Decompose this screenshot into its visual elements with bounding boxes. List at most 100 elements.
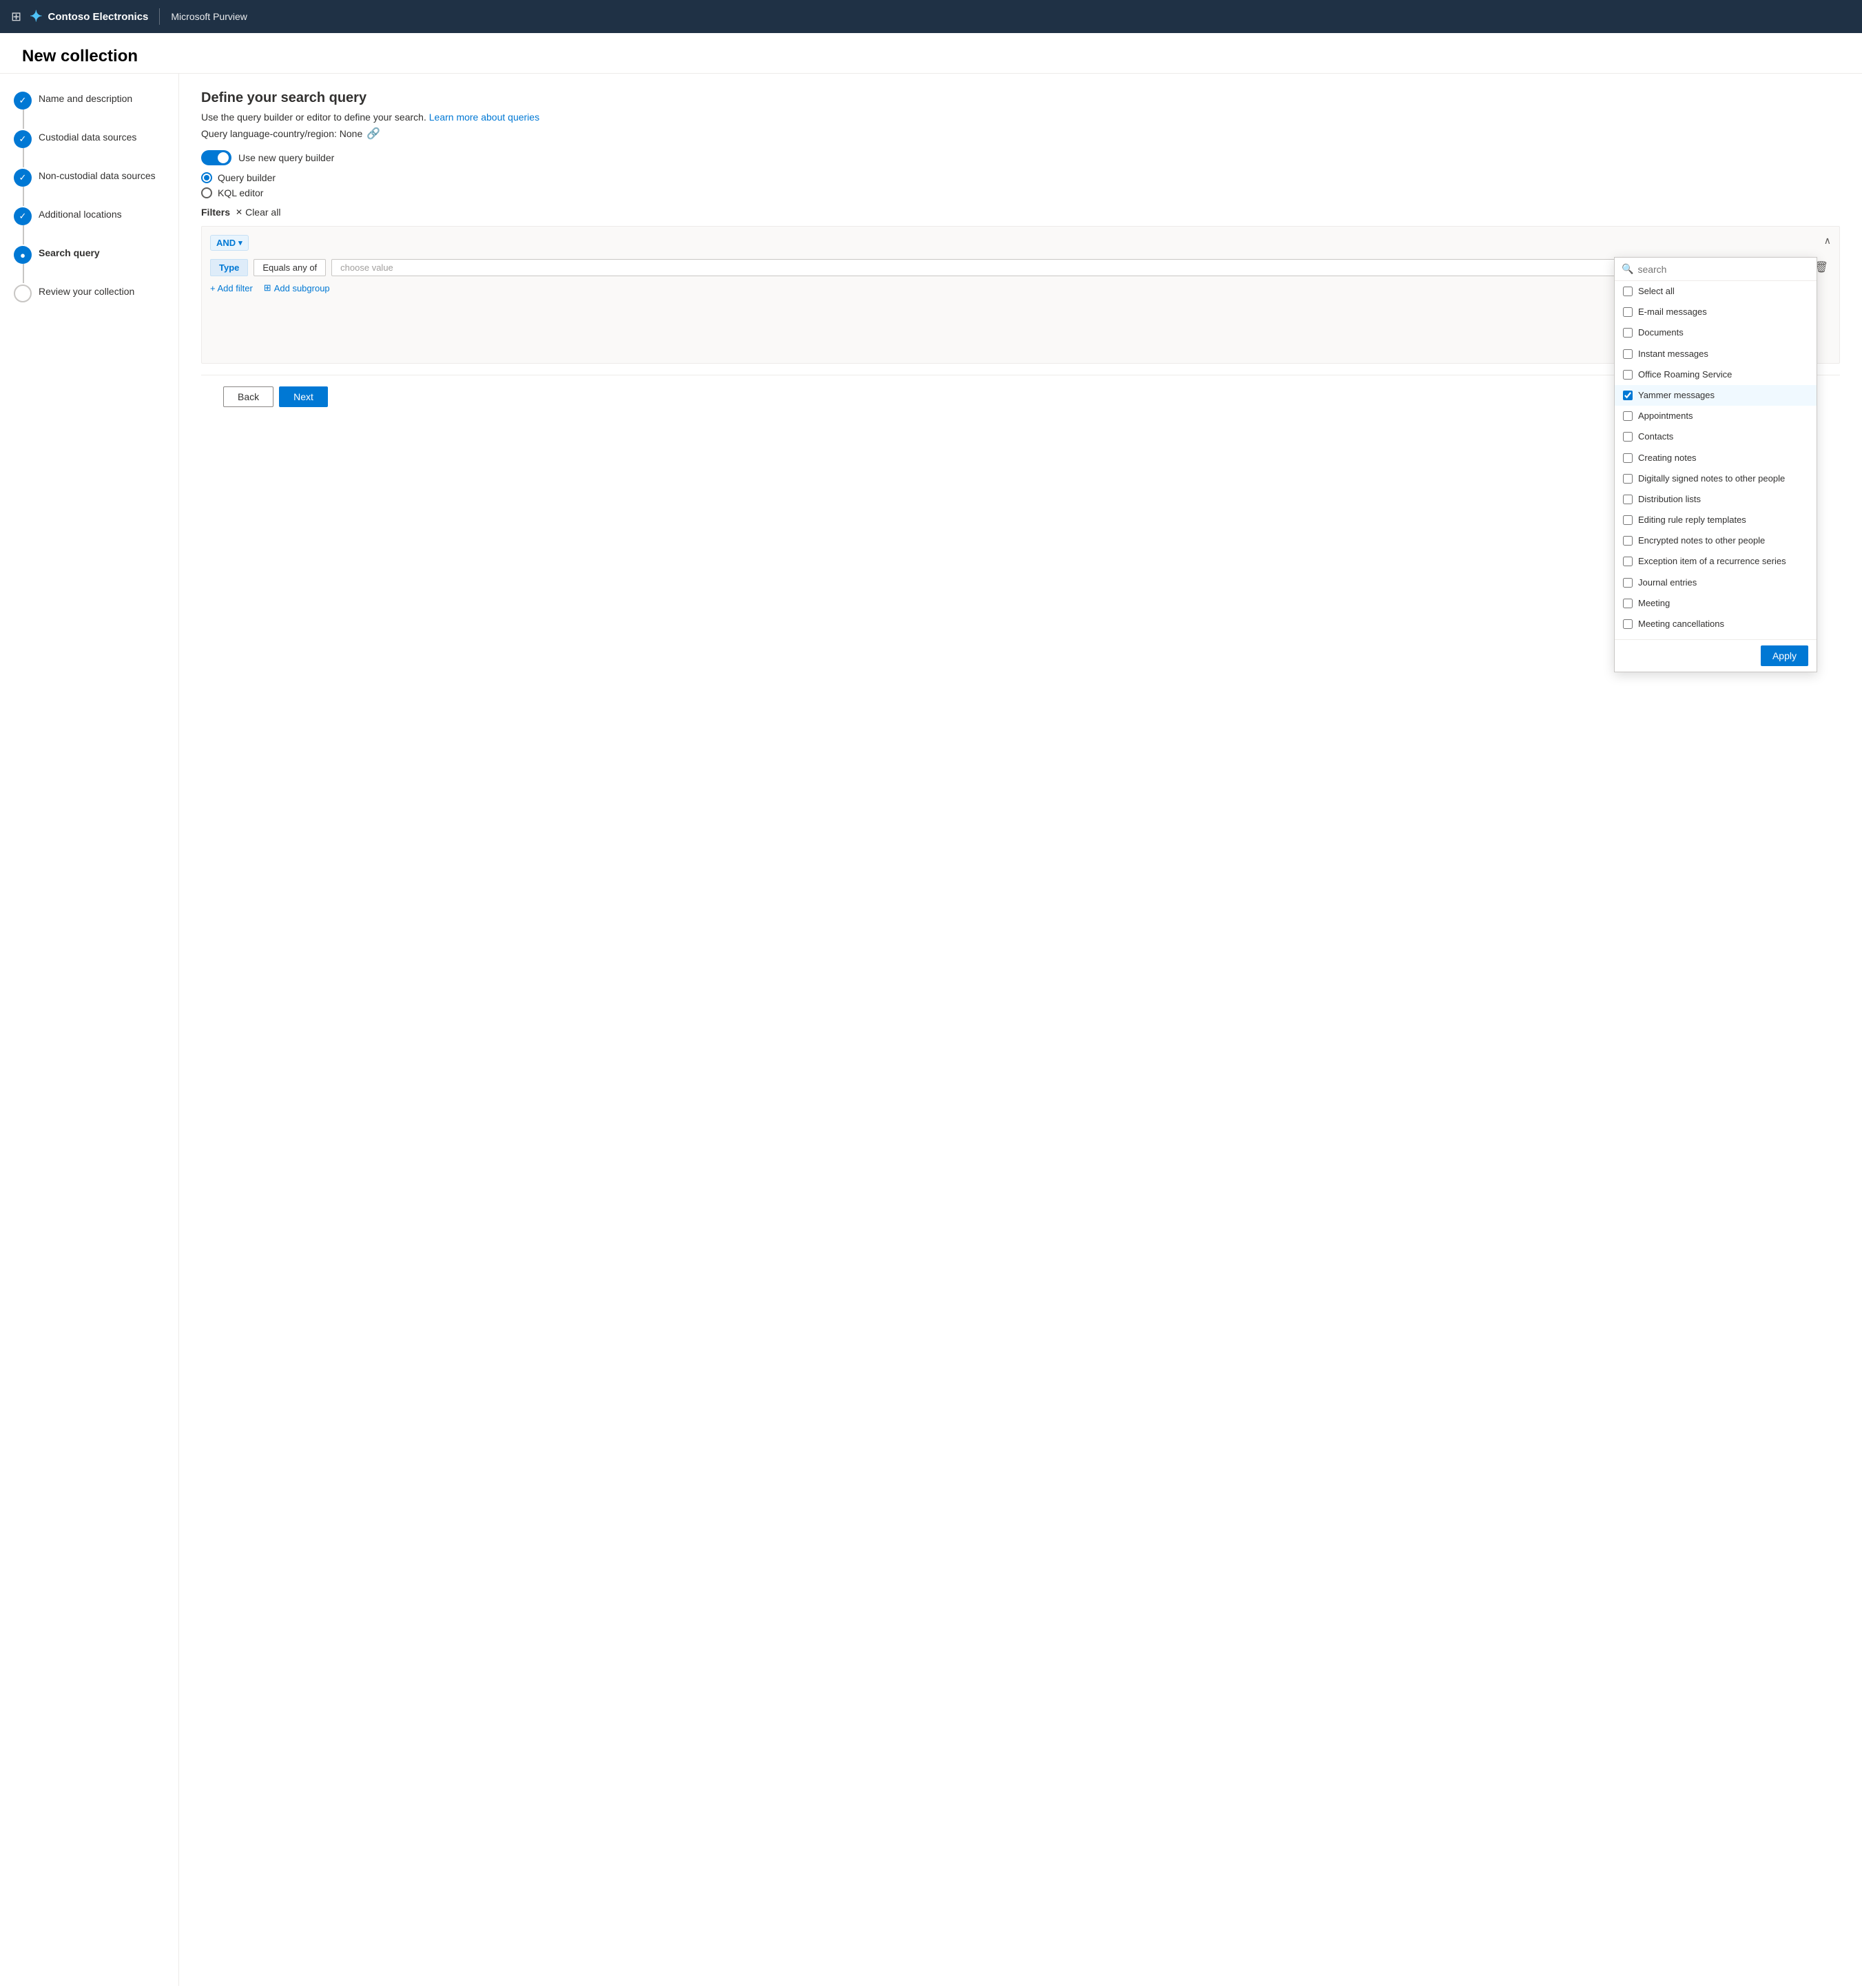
filters-row: Filters ✕ Clear all	[201, 207, 1840, 218]
dropdown-label-contacts: Contacts	[1638, 431, 1673, 443]
dropdown-label-email: E-mail messages	[1638, 306, 1707, 318]
learn-more-link[interactable]: Learn more about queries	[429, 112, 539, 123]
type-chip[interactable]: Type	[210, 259, 248, 276]
clear-all-label: Clear all	[245, 207, 280, 218]
checkbox-editing-rule[interactable]	[1623, 515, 1633, 525]
checkbox-yammer[interactable]	[1623, 391, 1633, 400]
clear-all-button[interactable]: ✕ Clear all	[236, 207, 280, 218]
dropdown-item-office-roaming[interactable]: Office Roaming Service	[1615, 364, 1817, 385]
radio-group: Query builder KQL editor	[201, 172, 1840, 198]
main-layout: ✓ Name and description ✓ Custodial data …	[0, 74, 1862, 1986]
nav-divider	[159, 8, 160, 25]
dropdown-item-email[interactable]: E-mail messages	[1615, 302, 1817, 322]
checkbox-instant[interactable]	[1623, 349, 1633, 359]
connector-2	[23, 148, 24, 167]
equals-chip-label: Equals any of	[262, 262, 317, 273]
dropdown-label-yammer: Yammer messages	[1638, 389, 1715, 402]
checkbox-meeting[interactable]	[1623, 599, 1633, 608]
checkbox-documents[interactable]	[1623, 328, 1633, 338]
and-badge[interactable]: AND ▾	[210, 235, 249, 251]
grid-icon[interactable]: ⊞	[11, 10, 21, 24]
connector-3	[23, 187, 24, 206]
checkbox-contacts[interactable]	[1623, 432, 1633, 442]
add-subgroup-label: Add subgroup	[274, 283, 330, 293]
x-icon: ✕	[236, 207, 242, 217]
step-icon-additional: ✓	[14, 207, 32, 225]
checkbox-exception[interactable]	[1623, 557, 1633, 566]
dropdown-item-digitally-signed[interactable]: Digitally signed notes to other people	[1615, 468, 1817, 489]
radio-icon-builder[interactable]	[201, 172, 212, 183]
step-icon-name: ✓	[14, 92, 32, 110]
checkbox-digitally-signed[interactable]	[1623, 474, 1633, 484]
dropdown-label-instant: Instant messages	[1638, 348, 1708, 360]
collapse-icon[interactable]: ∧	[1824, 235, 1831, 247]
dropdown-item-editing-rule[interactable]: Editing rule reply templates	[1615, 510, 1817, 530]
dropdown-item-appointments[interactable]: Appointments	[1615, 406, 1817, 426]
chevron-down-icon: ▾	[238, 238, 242, 247]
dropdown-label-documents: Documents	[1638, 327, 1684, 339]
dropdown-popup: 🔍 Select all E-mail messages Documents	[1614, 257, 1817, 672]
step-label-review: Review your collection	[39, 283, 134, 297]
and-label: AND	[216, 238, 236, 248]
page-title: New collection	[22, 47, 1840, 66]
apply-button[interactable]: Apply	[1761, 645, 1808, 666]
checkbox-journal[interactable]	[1623, 578, 1633, 588]
dropdown-label-editing-rule: Editing rule reply templates	[1638, 514, 1746, 526]
nav-icon[interactable]: 🔗	[366, 127, 380, 141]
toggle-row: Use new query builder	[201, 150, 1840, 165]
dropdown-item-journal[interactable]: Journal entries	[1615, 572, 1817, 593]
dropdown-item-meeting-cancellations[interactable]: Meeting cancellations	[1615, 614, 1817, 634]
checkbox-encrypted[interactable]	[1623, 536, 1633, 546]
toggle-switch[interactable]	[201, 150, 231, 165]
add-filter-button[interactable]: + Add filter	[210, 283, 253, 293]
step-review: Review your collection	[14, 283, 165, 302]
checkbox-office-roaming[interactable]	[1623, 370, 1633, 380]
dropdown-item-distribution[interactable]: Distribution lists	[1615, 489, 1817, 510]
company-name: Contoso Electronics	[48, 11, 149, 23]
dropdown-item-meeting-requests[interactable]: Meeting requests	[1615, 634, 1817, 639]
equals-chip[interactable]: Equals any of	[254, 259, 326, 276]
section-desc-text: Use the query builder or editor to defin…	[201, 112, 426, 123]
dropdown-item-contacts[interactable]: Contacts	[1615, 426, 1817, 447]
search-icon: 🔍	[1622, 263, 1633, 275]
dropdown-item-selectall[interactable]: Select all	[1615, 281, 1817, 302]
dropdown-item-exception[interactable]: Exception item of a recurrence series	[1615, 551, 1817, 572]
dropdown-item-instant[interactable]: Instant messages	[1615, 344, 1817, 364]
dropdown-label-meeting: Meeting	[1638, 597, 1670, 610]
dropdown-item-meeting[interactable]: Meeting	[1615, 593, 1817, 614]
value-chip[interactable]: choose value	[331, 259, 1784, 276]
next-button[interactable]: Next	[279, 386, 328, 407]
checkbox-creating-notes[interactable]	[1623, 453, 1633, 463]
dropdown-label-journal: Journal entries	[1638, 577, 1697, 589]
dropdown-search-input[interactable]	[1637, 264, 1810, 275]
radio-kql-editor[interactable]: KQL editor	[201, 187, 1840, 198]
dropdown-label-distribution: Distribution lists	[1638, 493, 1701, 506]
checkbox-appointments[interactable]	[1623, 411, 1633, 421]
dropdown-label-digitally-signed: Digitally signed notes to other people	[1638, 473, 1785, 485]
radio-query-builder[interactable]: Query builder	[201, 172, 1840, 183]
dropdown-item-documents[interactable]: Documents	[1615, 322, 1817, 343]
topbar: ⊞ ✦ Contoso Electronics Microsoft Purvie…	[0, 0, 1862, 33]
dropdown-list[interactable]: Select all E-mail messages Documents Ins…	[1615, 281, 1817, 639]
dropdown-search-row: 🔍	[1615, 258, 1817, 281]
dropdown-label-selectall: Select all	[1638, 285, 1675, 298]
bottom-bar: Back Next	[201, 375, 1840, 418]
checkbox-distribution[interactable]	[1623, 495, 1633, 504]
checkbox-selectall[interactable]	[1623, 287, 1633, 296]
add-subgroup-button[interactable]: ⊞ Add subgroup	[264, 282, 330, 293]
type-chip-label: Type	[219, 262, 239, 273]
dropdown-item-encrypted[interactable]: Encrypted notes to other people	[1615, 530, 1817, 551]
section-desc: Use the query builder or editor to defin…	[201, 112, 1840, 123]
connector-1	[23, 110, 24, 129]
step-custodial: ✓ Custodial data sources	[14, 129, 165, 148]
add-subgroup-icon: ⊞	[264, 282, 271, 293]
radio-icon-kql[interactable]	[201, 187, 212, 198]
step-search: ● Search query	[14, 245, 165, 264]
checkbox-email[interactable]	[1623, 307, 1633, 317]
dropdown-item-yammer[interactable]: Yammer messages	[1615, 385, 1817, 406]
back-button[interactable]: Back	[223, 386, 273, 407]
dropdown-label-office-roaming: Office Roaming Service	[1638, 369, 1732, 381]
dropdown-item-creating-notes[interactable]: Creating notes	[1615, 448, 1817, 468]
dropdown-label-exception: Exception item of a recurrence series	[1638, 555, 1786, 568]
checkbox-meeting-cancellations[interactable]	[1623, 619, 1633, 629]
